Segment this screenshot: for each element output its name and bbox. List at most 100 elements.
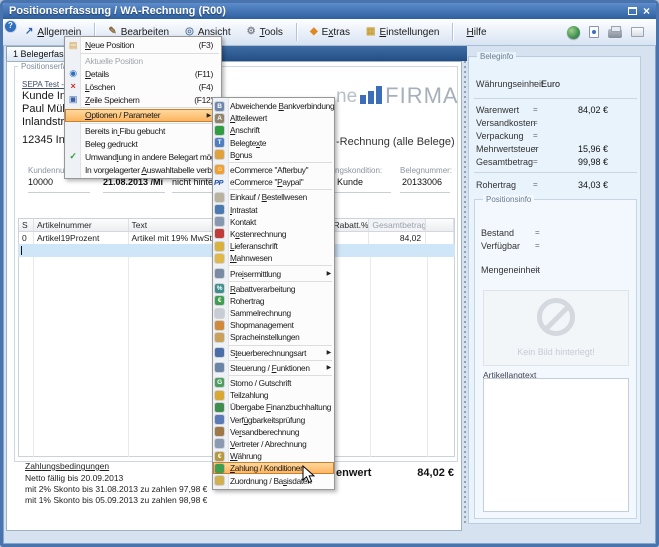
shopmanagement-icon [215, 321, 224, 330]
menu-item-rohertrag[interactable]: €Rohertrag [213, 295, 334, 307]
menu-item-storno-gutschrift[interactable]: G Storno / Gutschrift [213, 377, 334, 389]
menu-shortcut: (F11) [195, 69, 213, 79]
menu-item-bereits-in-fibu-gebucht[interactable]: Bereits in Fibu gebucht [65, 125, 221, 138]
menu-item-mahnwesen[interactable]: Mahnwesen [213, 252, 334, 264]
neue-position-icon: ▤ [67, 41, 79, 50]
menu-item-label: Storno / Gutschrift [230, 378, 291, 388]
paypal-icon: PP [214, 178, 223, 187]
menu-separator [229, 281, 332, 282]
info-value-warenwert: 84,02 € [578, 105, 608, 115]
restore-icon[interactable] [628, 7, 637, 15]
kontakt-icon [215, 217, 224, 226]
close-icon[interactable]: × [643, 6, 650, 16]
menu-item-zahlung-konditionen[interactable]: Zahlung / Konditionen [213, 462, 334, 474]
info-label-warenwert: Warenwert [476, 105, 519, 115]
menu-item-label: Umwandlung in andere Belegart möglich [85, 152, 227, 162]
menu-separator [229, 360, 332, 361]
menu-item-label: eCommerce "Paypal" [230, 177, 303, 187]
menu-label: Einstellungen [379, 27, 439, 38]
extras-icon: ◆ [310, 27, 318, 37]
info-value-währungseinheit: Euro [541, 79, 560, 89]
menu-item-shopmanagement[interactable]: Shopmanagement [213, 319, 334, 331]
column-header-rabatt-%[interactable]: Rabatt.% [331, 219, 370, 231]
menu-item-kostenrechnung[interactable]: Kostenrechnung [213, 228, 334, 240]
menu-item-label: Versandberechnung [230, 427, 299, 437]
menu-item-belegtexte[interactable]: TBelegtexte [213, 137, 334, 149]
spracheinstellungen-icon [215, 333, 224, 342]
menu-item-beleg-gedruckt[interactable]: Beleg gedruckt [65, 138, 221, 151]
menu-item-rabattverarbeitung[interactable]: %Rabattverarbeitung [213, 283, 334, 295]
menu-item-aktuelle-position[interactable]: Aktuelle Position [65, 55, 221, 68]
info-label-gesamtbetrag: Gesamtbetrag [476, 157, 533, 167]
menu-item-label: Rohertrag [230, 296, 264, 306]
equals-sign: = [533, 157, 538, 166]
column-header-s[interactable]: S [19, 219, 34, 231]
menu-item-label: Belegtexte [230, 138, 266, 148]
menu-item-teilzahlung[interactable]: Teilzahlung [213, 389, 334, 401]
column-header-filler [426, 219, 454, 231]
menu-item-label: Zeile Speichern [85, 95, 140, 105]
menu-item-ecommerce-afterbuy[interactable]: ☺eCommerce "Afterbuy" [213, 164, 334, 176]
menu-item-optionen-parameter[interactable]: Optionen / Parameter▶ [65, 109, 221, 122]
artikellangtext-box[interactable] [483, 378, 629, 512]
storno-gutschrift-icon: G [215, 378, 224, 387]
menu-item-bonus[interactable]: Bonus [213, 149, 334, 161]
totals-value: 84,02 € [417, 467, 454, 479]
menu-item-abweichende-bankverbindung[interactable]: BAbweichende Bankverbindung [213, 100, 334, 112]
mail-icon[interactable] [631, 27, 644, 37]
menu-separator [229, 375, 332, 376]
menu-item-anschrift[interactable]: Anschrift [213, 124, 334, 136]
menu-hilfe[interactable]: ?Hilfe [458, 23, 494, 42]
column-header-gesamtbetrag[interactable]: Gesamtbetrag [369, 219, 426, 231]
menu-item-ecommerce-paypal[interactable]: PP eCommerce "Paypal" [213, 176, 334, 188]
submenu-arrow-icon: ▶ [327, 270, 331, 277]
printer-icon[interactable] [608, 29, 622, 38]
menu-item-label: Shopmanagement [230, 320, 294, 330]
menu-item-label: Kontakt [230, 217, 256, 227]
menu-label: Hilfe [466, 27, 486, 38]
menu-item-intrastat[interactable]: Intrastat [213, 204, 334, 216]
menu-item-umwandlung-in-andere-belegart-möglich[interactable]: ✓Umwandlung in andere Belegart möglich [65, 150, 221, 163]
menu-item-altteilewert[interactable]: AAltteilewert [213, 112, 334, 124]
mouse-cursor [302, 465, 315, 484]
menu-extras[interactable]: ◆Extras [302, 23, 358, 42]
menu-item-label: Zahlung / Konditionen [230, 463, 304, 473]
menu-item-in-vorgelagerter-auswahltabelle-verbergen[interactable]: In vorgelagerter Auswahltabelle verberge… [65, 163, 221, 176]
menu-item-sammelrechnung[interactable]: Sammelrechnung [213, 307, 334, 319]
menu-tools[interactable]: ⚙Tools [239, 23, 291, 42]
panel-splitter[interactable] [462, 61, 467, 524]
menu-item-steuerberechnungsart[interactable]: Steuerberechnungsart▶ [213, 347, 334, 359]
toolbar-separator [296, 23, 297, 41]
menu-item-verfügbarkeitsprüfung[interactable]: Verfügbarkeitsprüfung [213, 414, 334, 426]
menu-item-löschen[interactable]: ×Löschen(F4) [65, 80, 221, 93]
globe-icon[interactable] [567, 26, 580, 39]
field-underline [335, 192, 391, 193]
menu-item-einkauf-bestellwesen[interactable]: Einkauf / Bestellwesen [213, 191, 334, 203]
zuordnung-basisdaten-icon [215, 476, 224, 485]
equals-sign: = [533, 118, 538, 127]
sepa-link[interactable]: SEPA Test - [22, 80, 64, 89]
menu-item-lieferanschrift[interactable]: Lieferanschrift [213, 240, 334, 252]
menu-item-details[interactable]: ◉Details(F11) [65, 68, 221, 81]
menu-item-label: Spracheinstellungen [230, 332, 300, 342]
menu-item-zeile-speichern[interactable]: ▣Zeile Speichern(F12) [65, 93, 221, 106]
allgemein-icon: ↗ [25, 27, 33, 37]
menu-item-label: Währung [230, 451, 262, 461]
equals-sign: = [535, 241, 540, 250]
document-icon[interactable] [589, 26, 599, 38]
menu-item-preisermittlung[interactable]: Preisermittlung▶ [213, 267, 334, 279]
menu-item-vertreter-abrechnung[interactable]: Vertreter / Abrechnung [213, 438, 334, 450]
menu-item-zuordnung-basisdaten[interactable]: Zuordnung / Basisdaten [213, 474, 334, 486]
address-line: Kunde In [22, 90, 66, 102]
menu-item-neue-position[interactable]: ▤Neue Position(F3) [65, 39, 221, 52]
menu-item-steuerung-funktionen[interactable]: Steuerung / Funktionen▶ [213, 362, 334, 374]
menu-item-kontakt[interactable]: Kontakt [213, 216, 334, 228]
menu-item-übergabe-finanzbuchhaltung[interactable]: Übergabe Finanzbuchhaltung [213, 401, 334, 413]
menu-einstellungen[interactable]: ▦Einstellungen [358, 23, 448, 42]
divider [474, 172, 637, 173]
menu-item-versandberechnung[interactable]: Versandberechnung [213, 426, 334, 438]
steuerung-funktionen-icon [215, 363, 224, 372]
menu-item-währung[interactable]: €Währung [213, 450, 334, 462]
menu-item-spracheinstellungen[interactable]: Spracheinstellungen [213, 331, 334, 343]
column-header-artikelnummer[interactable]: Artikelnummer [34, 219, 129, 231]
